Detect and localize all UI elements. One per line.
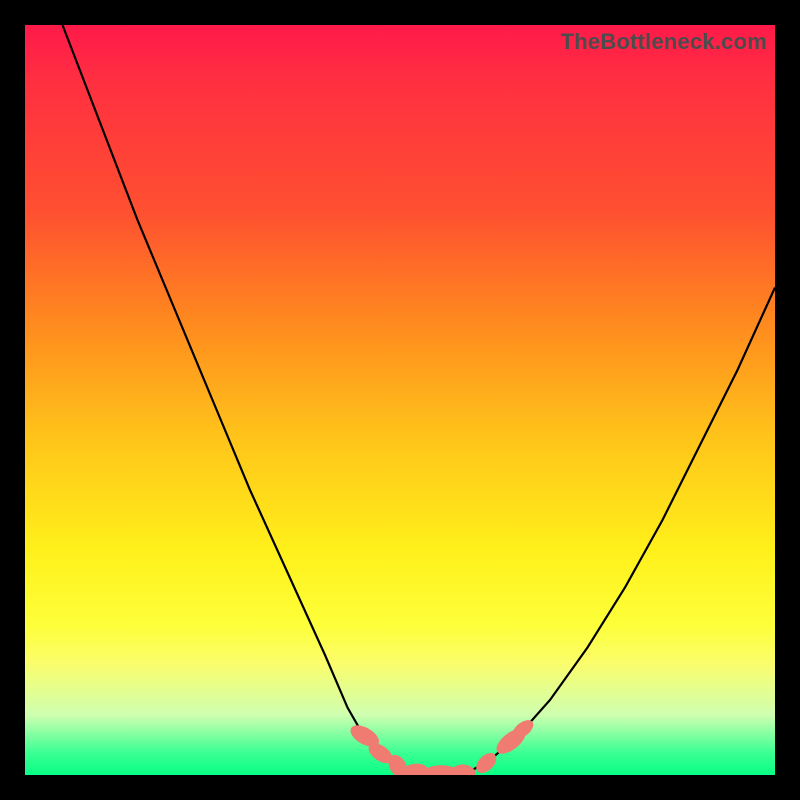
- chart-svg: [25, 25, 775, 775]
- chart-frame: TheBottleneck.com: [0, 0, 800, 800]
- curve-left-curve: [63, 25, 423, 775]
- curve-right-curve: [468, 288, 776, 773]
- marker-point-5: [451, 763, 477, 775]
- marker-group: [347, 717, 537, 775]
- curve-group: [63, 25, 776, 775]
- chart-plot-area: TheBottleneck.com: [25, 25, 775, 775]
- marker-point-6: [472, 749, 500, 775]
